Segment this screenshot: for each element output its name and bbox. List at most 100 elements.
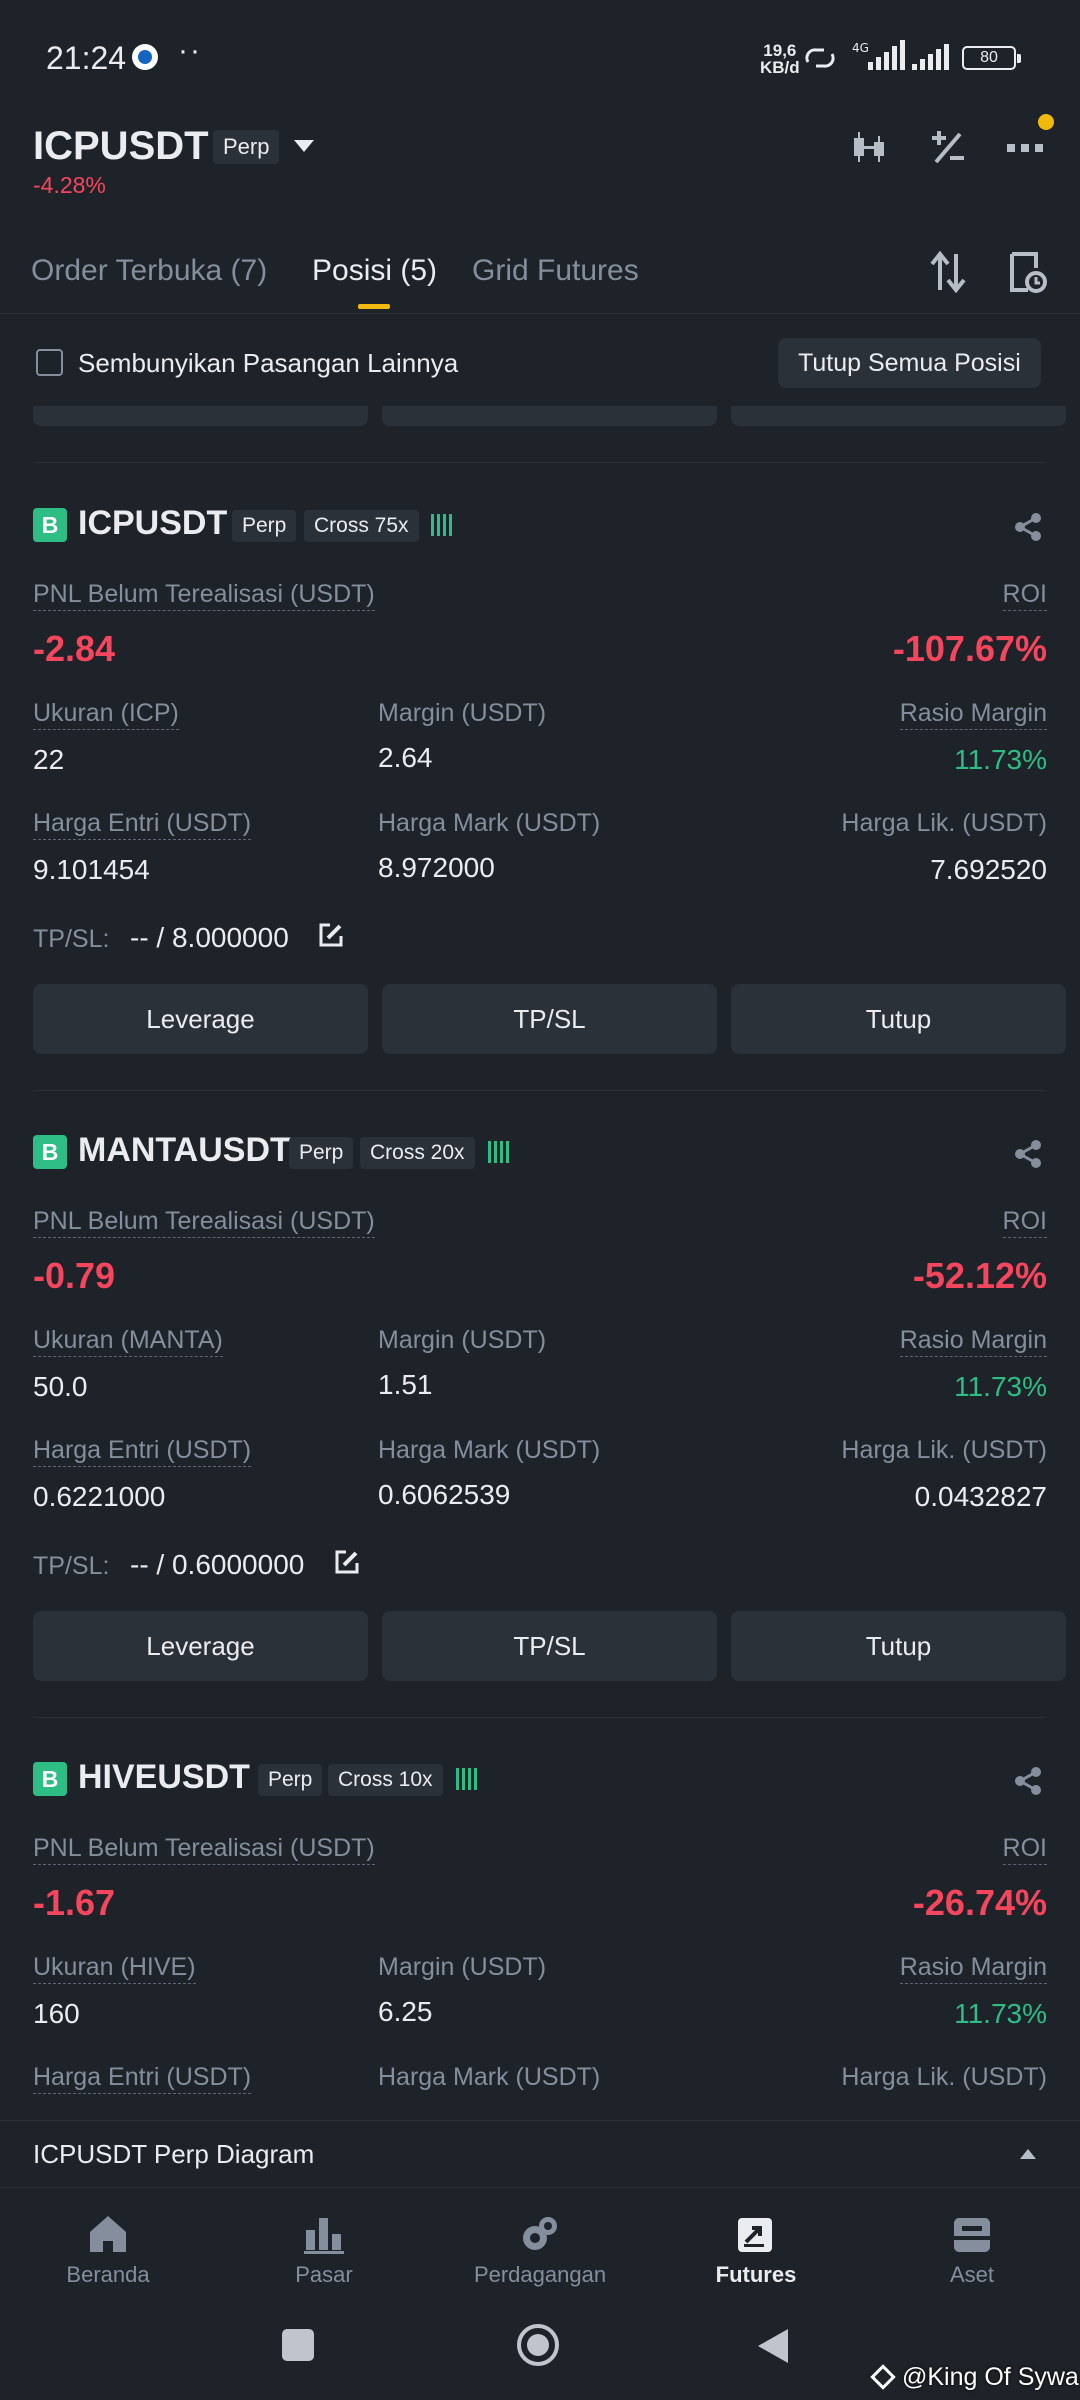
chevron-up-icon[interactable] — [1020, 2149, 1036, 2159]
nav-label: Beranda — [66, 2262, 150, 2287]
watermark: @King Of Sywa — [872, 2363, 1079, 2392]
signal-icon — [912, 44, 949, 70]
contract-type-tag: Perp — [213, 130, 280, 164]
edit-icon[interactable] — [334, 1549, 360, 1575]
hide-other-pairs-label[interactable]: Sembunyikan Pasangan Lainnya — [78, 348, 458, 379]
adl-indicator-icon — [488, 1141, 509, 1163]
recent-apps-button[interactable] — [282, 2329, 314, 2361]
nav-item-assets[interactable]: Aset — [872, 2212, 1072, 2288]
candlestick-chart-icon[interactable] — [850, 128, 890, 168]
leverage-button[interactable]: Leverage — [33, 1611, 368, 1681]
active-tab-indicator — [358, 304, 390, 309]
back-button[interactable] — [758, 2329, 788, 2363]
margin-label: Margin (USDT) — [378, 699, 547, 727]
roi-value: -26.74% — [912, 1882, 1047, 1923]
bar-chart-icon — [304, 2218, 344, 2254]
price-change: -4.28% — [33, 172, 106, 198]
margin-value: 1.51 — [378, 1369, 433, 1400]
nav-label: Pasar — [295, 2262, 353, 2287]
mark-price-label: Harga Mark (USDT) — [378, 809, 601, 837]
previous-card-leverage-button[interactable] — [33, 406, 368, 426]
unrealized-pnl-label: PNL Belum Terealisasi (USDT) — [33, 580, 375, 611]
contract-type-tag: Perp — [232, 510, 297, 542]
hide-other-pairs-checkbox[interactable] — [36, 349, 63, 376]
home-button[interactable] — [517, 2324, 559, 2366]
nav-item-markets[interactable]: Pasar — [224, 2212, 424, 2288]
symbol-selector[interactable]: ICPUSDT — [33, 124, 209, 169]
unrealized-pnl-value: -2.84 — [33, 628, 116, 669]
share-icon[interactable] — [1013, 1139, 1043, 1169]
entry-price-value: 0.6221000 — [33, 1481, 166, 1512]
position-symbol[interactable]: HIVEUSDT — [78, 1762, 250, 1797]
tab-grid-futures[interactable]: Grid Futures — [472, 254, 639, 288]
margin-ratio-label: Rasio Margin — [899, 1953, 1047, 1984]
tpsl-button[interactable]: TP/SL — [382, 984, 717, 1054]
close-position-button[interactable]: Tutup — [731, 984, 1066, 1054]
chart-drawer-toggle[interactable]: ICPUSDT Perp Diagram — [0, 2120, 1080, 2186]
margin-mode-tag[interactable]: Cross 20x — [360, 1137, 475, 1169]
calculator-icon[interactable] — [928, 128, 968, 168]
nav-label: Futures — [715, 2262, 797, 2287]
liquidation-price-label: Harga Lik. (USDT) — [841, 2063, 1047, 2091]
system-navigation-bar: @King Of Sywa — [0, 2307, 1080, 2400]
close-all-positions-button[interactable]: Tutup Semua Posisi — [778, 338, 1041, 388]
more-options-icon[interactable] — [1005, 128, 1045, 168]
adl-indicator-icon — [456, 1768, 477, 1790]
roi-value: -52.12% — [912, 1255, 1047, 1296]
mark-price-label: Harga Mark (USDT) — [378, 2063, 601, 2091]
margin-mode-tag[interactable]: Cross 75x — [304, 510, 419, 542]
status-time: 21:24 — [46, 40, 127, 76]
position-symbol[interactable]: MANTAUSDT — [78, 1131, 291, 1170]
size-label: Ukuran (MANTA) — [33, 1326, 223, 1357]
margin-mode-tag[interactable]: Cross 10x — [328, 1764, 443, 1796]
previous-card-close-button[interactable] — [731, 406, 1066, 426]
unrealized-pnl-value: -1.67 — [33, 1882, 116, 1923]
previous-card-tpsl-button[interactable] — [382, 406, 717, 426]
contract-type-tag: Perp — [289, 1137, 354, 1169]
home-icon — [90, 2216, 126, 2252]
size-value: 50.0 — [33, 1371, 88, 1402]
share-icon[interactable] — [1013, 1766, 1043, 1796]
liquidation-price-label: Harga Lik. (USDT) — [841, 809, 1047, 837]
tpsl-button[interactable]: TP/SL — [382, 1611, 717, 1681]
tpsl-label: TP/SL: — [33, 925, 110, 953]
roi-label: ROI — [1002, 580, 1047, 611]
roi-value: -107.67% — [892, 628, 1047, 669]
sort-icon[interactable] — [928, 250, 968, 294]
roi-label: ROI — [1002, 1834, 1047, 1865]
tpsl-value: -- / 8.000000 — [130, 922, 289, 953]
symbol-header: ICPUSDT Perp -4.28% — [0, 110, 1080, 210]
margin-label: Margin (USDT) — [378, 1953, 547, 1981]
chevron-down-icon[interactable] — [294, 140, 314, 152]
leverage-button[interactable]: Leverage — [33, 984, 368, 1054]
close-position-button[interactable]: Tutup — [731, 1611, 1066, 1681]
margin-value: 2.64 — [378, 742, 433, 773]
tab-open-orders[interactable]: Order Terbuka (7) — [31, 254, 267, 288]
long-side-badge: B — [33, 508, 67, 542]
margin-ratio-value: 11.73% — [954, 1998, 1047, 2029]
tab-positions[interactable]: Posisi (5) — [312, 254, 437, 288]
position-symbol[interactable]: ICPUSDT — [78, 504, 227, 543]
futures-icon — [738, 2218, 772, 2252]
edit-icon[interactable] — [318, 922, 344, 948]
margin-ratio-value: 11.73% — [954, 744, 1047, 775]
liquidation-price-label: Harga Lik. (USDT) — [841, 1436, 1047, 1464]
status-dots: ·· — [178, 34, 202, 67]
size-label: Ukuran (HIVE) — [33, 1953, 196, 1984]
network-speed: 19,6 KB/d — [760, 42, 800, 76]
nav-label: Aset — [949, 2262, 995, 2287]
entry-price-value: 9.101454 — [33, 854, 150, 885]
unrealized-pnl-value: -0.79 — [33, 1255, 116, 1296]
nav-item-home[interactable]: Beranda — [8, 2212, 208, 2288]
nav-item-trade[interactable]: Perdagangan — [440, 2212, 640, 2288]
nav-item-futures[interactable]: Futures — [656, 2212, 856, 2288]
entry-price-label: Harga Entri (USDT) — [33, 1436, 252, 1467]
entry-price-label: Harga Entri (USDT) — [33, 2063, 252, 2094]
share-icon[interactable] — [1013, 512, 1043, 542]
adl-indicator-icon — [431, 514, 452, 536]
size-value: 160 — [33, 1998, 80, 2029]
long-side-badge: B — [33, 1762, 67, 1796]
order-history-icon[interactable] — [1008, 250, 1048, 294]
position-card: B ICPUSDT Perp Cross 75x PNL Belum Terea… — [0, 504, 1080, 1108]
unrealized-pnl-label: PNL Belum Terealisasi (USDT) — [33, 1834, 375, 1865]
